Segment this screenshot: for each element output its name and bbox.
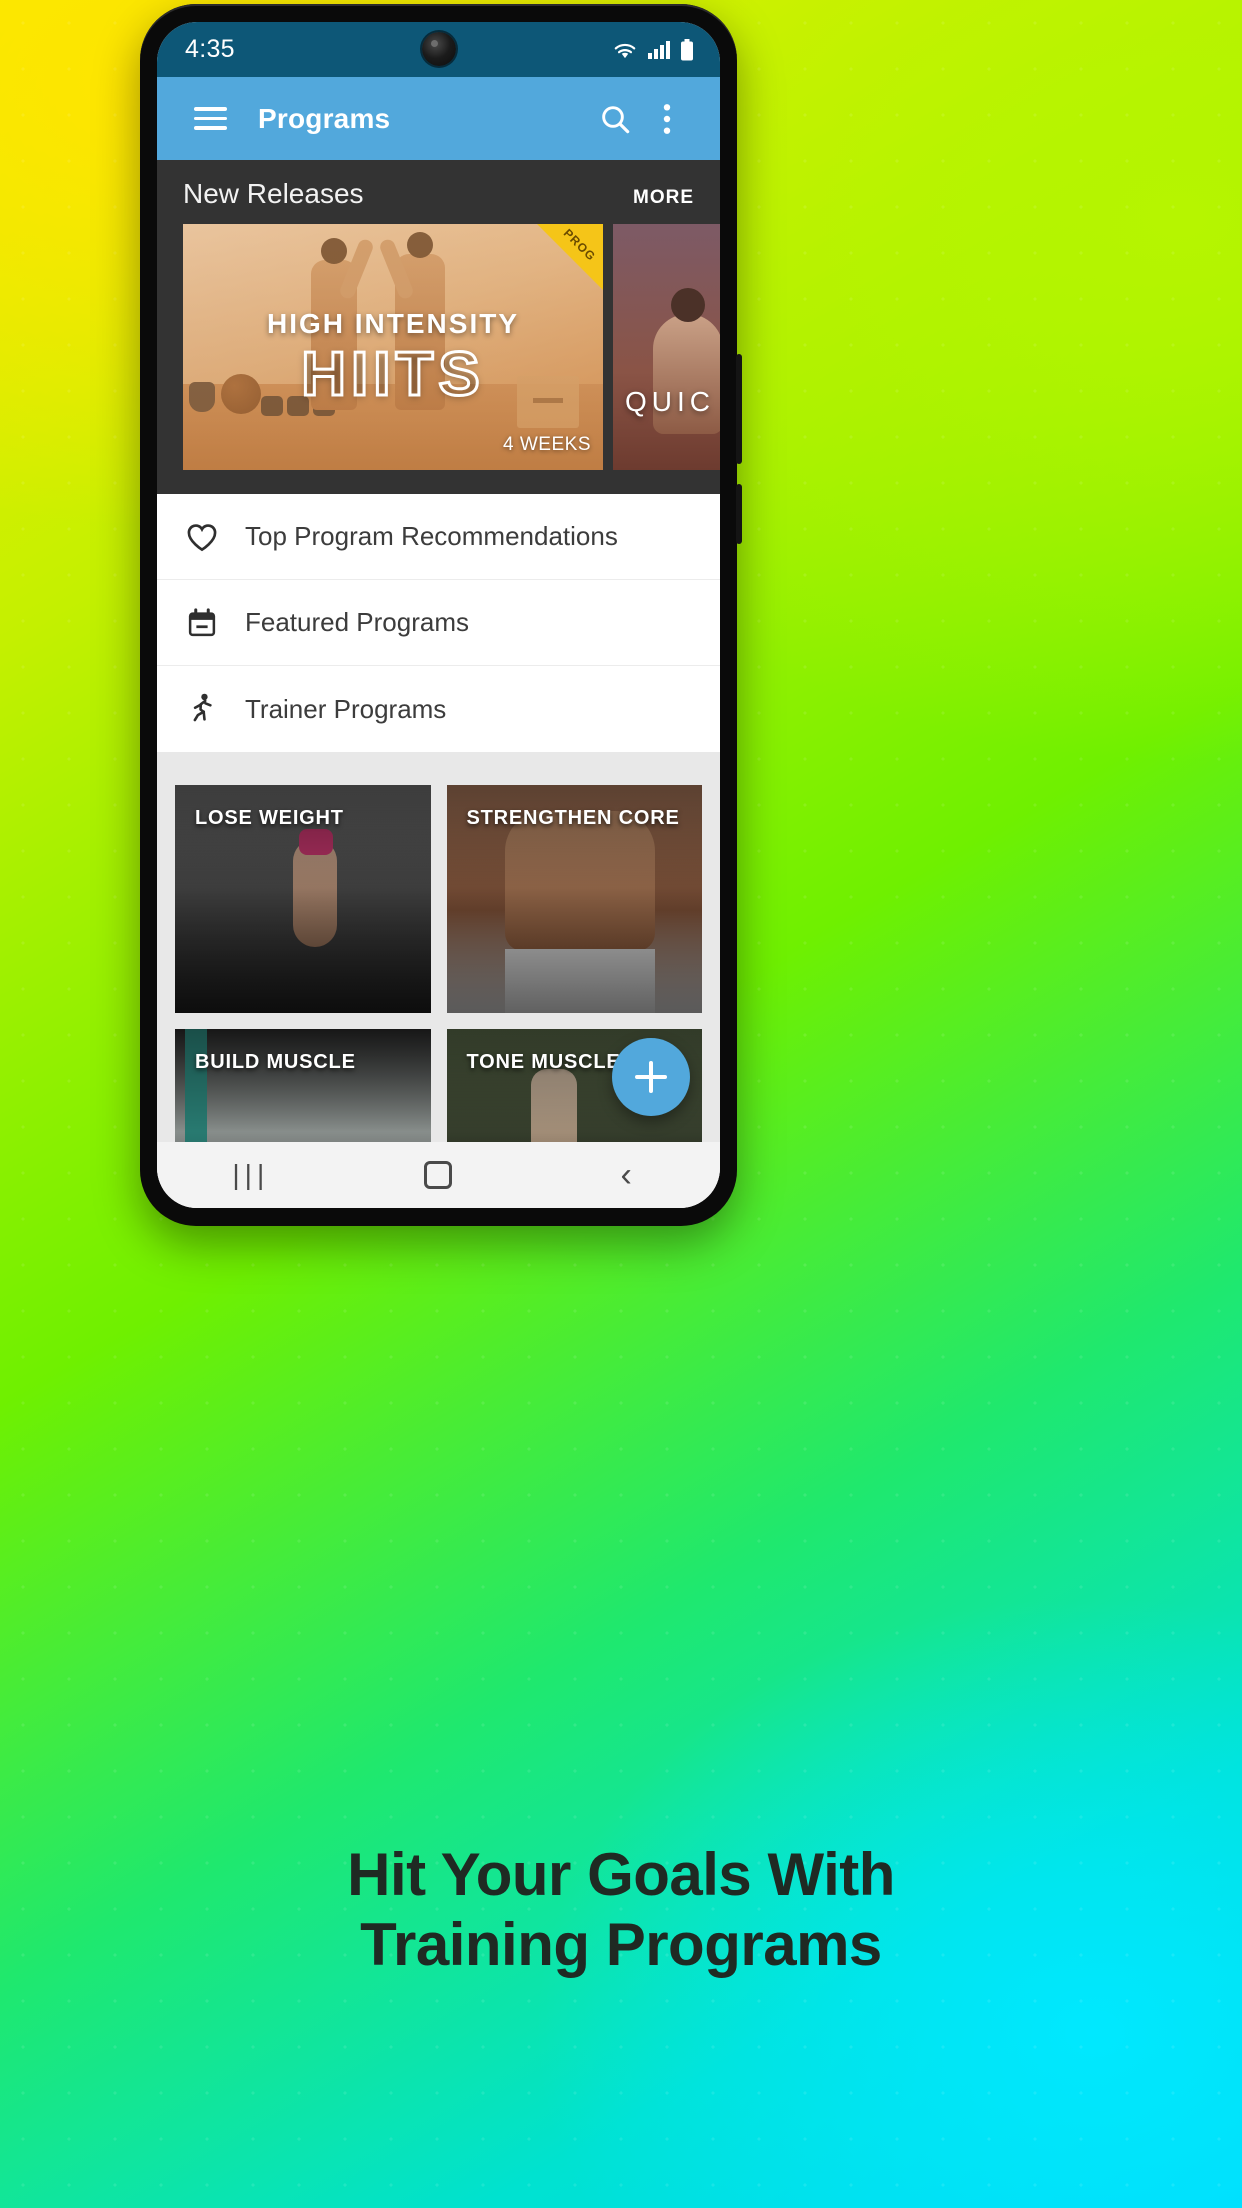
goal-tile-label: TONE MUSCLE bbox=[466, 1051, 621, 1073]
app-bar: Programs bbox=[157, 77, 720, 160]
home-icon[interactable] bbox=[378, 1142, 498, 1208]
new-releases-more-button[interactable]: MORE bbox=[633, 187, 694, 209]
goal-tile-grid: LOSE WEIGHT STRENGTHEN CORE BUILD MUSCLE… bbox=[157, 785, 720, 1142]
cellular-signal-icon bbox=[647, 40, 671, 60]
card-duration-label: 4 WEEKS bbox=[503, 434, 591, 455]
status-bar-icons bbox=[612, 38, 694, 61]
new-releases-header: New Releases MORE bbox=[157, 178, 720, 224]
promo-headline-line2: Training Programs bbox=[360, 1910, 882, 1978]
section-divider bbox=[157, 752, 720, 785]
new-releases-carousel[interactable]: HIGH INTENSITY HIITS 4 WEEKS PROG QUIC bbox=[157, 224, 720, 494]
goal-tile-label: STRENGTHEN CORE bbox=[466, 807, 680, 829]
list-item-top-recommendations[interactable]: Top Program Recommendations bbox=[157, 494, 720, 580]
card-title-line2: HIITS bbox=[300, 340, 485, 409]
list-item-label: Top Program Recommendations bbox=[245, 521, 618, 551]
goal-tile-label: BUILD MUSCLE bbox=[195, 1051, 356, 1073]
goal-tile-lose-weight[interactable]: LOSE WEIGHT bbox=[175, 785, 431, 1013]
calendar-icon bbox=[185, 607, 219, 638]
back-icon[interactable]: ‹ bbox=[566, 1142, 686, 1208]
wifi-icon bbox=[612, 40, 638, 60]
list-item-label: Trainer Programs bbox=[245, 693, 447, 724]
program-card-quick[interactable]: QUIC bbox=[613, 224, 720, 470]
status-bar-clock: 4:35 bbox=[185, 35, 235, 63]
card-title-line1: HIGH INTENSITY bbox=[266, 308, 519, 339]
promo-headline: Hit Your Goals With Training Programs bbox=[0, 1840, 1242, 1979]
athlete-head bbox=[671, 288, 705, 322]
page-title: Programs bbox=[258, 102, 391, 134]
recents-icon[interactable]: ||| bbox=[191, 1142, 311, 1208]
hamburger-menu-icon[interactable] bbox=[184, 93, 236, 145]
heart-icon bbox=[185, 522, 219, 552]
phone-mockup: 4:35 Programs New Releases MORE HIGH INT… bbox=[140, 4, 742, 1226]
more-vertical-icon[interactable] bbox=[641, 93, 693, 145]
plus-icon bbox=[633, 1059, 669, 1095]
new-releases-title: New Releases bbox=[183, 178, 364, 209]
goal-tile-build-muscle[interactable]: BUILD MUSCLE bbox=[175, 1029, 431, 1142]
phone-screen: 4:35 Programs New Releases MORE HIGH INT… bbox=[157, 22, 720, 1208]
android-navigation-bar: ||| ‹ bbox=[157, 1142, 720, 1208]
list-item-featured-programs[interactable]: Featured Programs bbox=[157, 580, 720, 666]
add-program-fab[interactable] bbox=[612, 1038, 690, 1116]
search-icon[interactable] bbox=[589, 93, 641, 145]
goal-tile-strengthen-core[interactable]: STRENGTHEN CORE bbox=[446, 785, 702, 1013]
card-title-block: HIGH INTENSITY HIITS bbox=[183, 308, 603, 409]
card-title-line2: QUIC bbox=[625, 386, 715, 417]
list-item-label: Featured Programs bbox=[245, 607, 469, 637]
battery-icon bbox=[680, 38, 694, 61]
promo-headline-line1: Hit Your Goals With bbox=[347, 1841, 895, 1908]
runner-icon bbox=[185, 693, 219, 725]
home-square bbox=[424, 1161, 453, 1189]
recents-glyph: ||| bbox=[232, 1159, 270, 1190]
tile-overlay bbox=[175, 1029, 431, 1142]
program-category-list: Top Program Recommendations Featured Pro… bbox=[157, 494, 720, 752]
program-card-hiits[interactable]: HIGH INTENSITY HIITS 4 WEEKS PROG bbox=[183, 224, 603, 470]
list-item-trainer-programs[interactable]: Trainer Programs bbox=[157, 666, 720, 752]
goal-tile-label: LOSE WEIGHT bbox=[195, 807, 344, 829]
new-releases-section: New Releases MORE HIGH INTENSITY HIITS 4… bbox=[157, 160, 720, 494]
back-glyph: ‹ bbox=[620, 1156, 632, 1194]
status-bar: 4:35 bbox=[157, 22, 720, 77]
front-camera-punch-hole bbox=[421, 32, 456, 66]
